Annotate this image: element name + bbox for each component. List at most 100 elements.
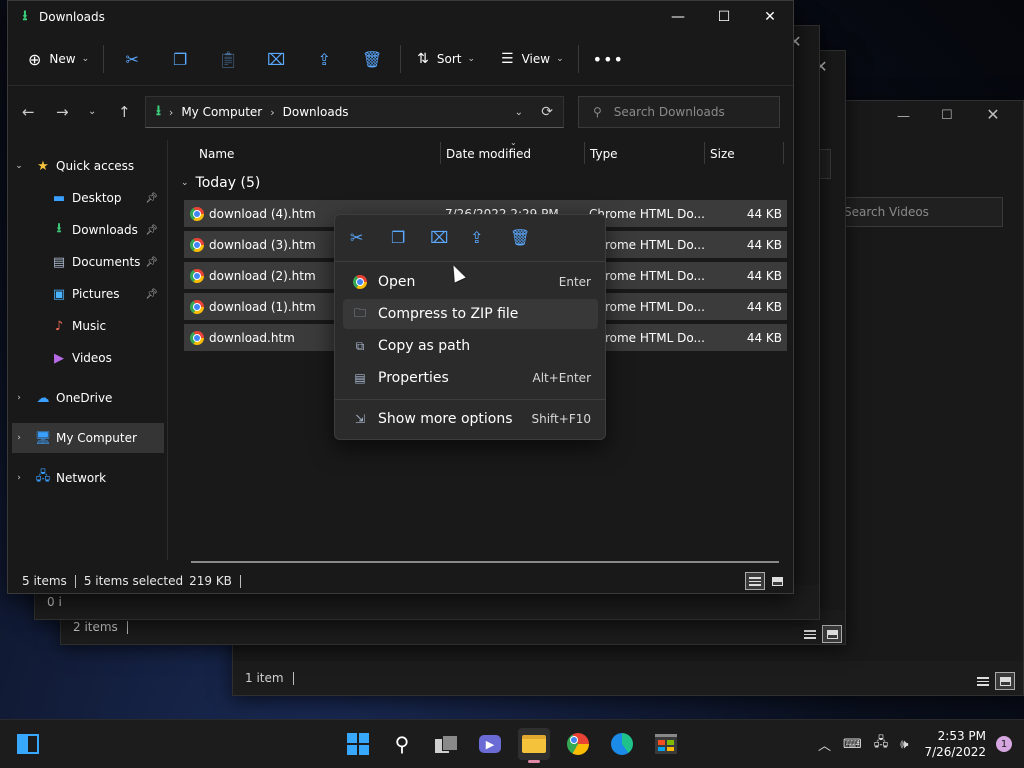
column-divider[interactable] [584, 142, 585, 164]
minimize-button[interactable]: — [655, 1, 701, 33]
sidebar-item-desktop[interactable]: ▬ Desktop 📌︎ [12, 183, 164, 213]
sidebar-item-quick-access[interactable]: ⌄ ★ Quick access [12, 151, 164, 181]
search-box[interactable]: ⚲ [578, 96, 780, 128]
menu-item-show-more-options[interactable]: ⇲ Show more options Shift+F10 [343, 404, 598, 434]
address-dropdown-icon[interactable]: ⌄ [515, 107, 523, 118]
column-divider[interactable] [440, 142, 441, 164]
file-size: 44 KB [746, 330, 782, 345]
sidebar-item-pictures[interactable]: ▣ Pictures 📌︎ [12, 279, 164, 309]
menu-item-open[interactable]: Open Enter [343, 267, 598, 297]
back-button[interactable]: ← [22, 103, 35, 121]
details-view-icon[interactable] [800, 625, 820, 643]
menu-item-copy-as-path[interactable]: ⧉ Copy as path [343, 331, 598, 361]
sidebar-item-network[interactable]: › 🖧︎ Network [12, 463, 164, 493]
view-toggle[interactable] [745, 572, 787, 590]
keyboard-icon[interactable]: ⌨ [843, 737, 862, 752]
close-button[interactable]: ✕ [747, 1, 793, 33]
notification-badge[interactable]: 1 [996, 736, 1012, 752]
details-view-icon[interactable] [745, 572, 765, 590]
refresh-icon[interactable]: ⟳ [541, 104, 553, 120]
clock[interactable]: 2:53 PM 7/26/2022 [924, 728, 986, 760]
title-bar[interactable]: ⭳ Downloads — ☐ ✕ [8, 1, 793, 33]
task-view-button[interactable] [430, 728, 462, 760]
search-button[interactable]: ⚲ [386, 728, 418, 760]
chevron-right-icon[interactable]: › [12, 393, 26, 403]
sidebar-item-my-computer[interactable]: › 🖥︎ My Computer [12, 423, 164, 453]
copy-button[interactable]: ❐ [156, 43, 204, 75]
search-input[interactable] [611, 104, 766, 120]
sidebar-item-onedrive[interactable]: › ☁ OneDrive [12, 383, 164, 413]
up-button[interactable]: ↑ [118, 103, 131, 121]
breadcrumb-my-computer[interactable]: My Computer [181, 105, 262, 119]
rename-icon[interactable]: ⌧ [430, 228, 448, 247]
store-button[interactable] [650, 728, 682, 760]
view-button[interactable]: ☰ View ⌄ [501, 43, 564, 75]
column-header-size[interactable]: Size [710, 140, 780, 168]
sidebar-item-documents[interactable]: ▤ Documents 📌︎ [12, 247, 164, 277]
chevron-right-icon[interactable]: › [12, 473, 26, 483]
paste-button[interactable]: 📋︎ [204, 43, 252, 75]
view-toggle[interactable] [800, 625, 842, 643]
share-icon[interactable]: ⇪ [470, 228, 483, 247]
menu-item-compress-zip[interactable]: 🗀︎ Compress to ZIP file [343, 299, 598, 329]
rename-button[interactable]: ⌧ [252, 43, 300, 75]
details-view-icon[interactable] [973, 672, 993, 690]
chrome-icon [190, 237, 204, 252]
file-explorer-button[interactable] [518, 728, 550, 763]
chevron-down-icon[interactable]: ⌄ [12, 161, 26, 171]
forward-button[interactable]: → [56, 103, 69, 121]
sidebar-item-videos[interactable]: ▶ Videos [12, 343, 164, 373]
cut-button[interactable]: ✂ [108, 43, 156, 75]
sidebar-item-downloads[interactable]: ⭳ Downloads 📌︎ [12, 215, 164, 245]
new-button[interactable]: ⊕ New ⌄ [28, 43, 89, 75]
computer-icon: 🖥︎ [34, 430, 52, 446]
edge-button[interactable] [606, 728, 638, 760]
column-header-date[interactable]: Date modified ⌄ [446, 138, 586, 168]
widgets-button[interactable] [12, 728, 44, 760]
close-icon[interactable]: ✕ [983, 107, 1003, 123]
sidebar-item-music[interactable]: ♪ Music [12, 311, 164, 341]
horizontal-scrollbar[interactable] [191, 561, 779, 563]
volume-icon[interactable]: 🕪︎ [900, 737, 908, 752]
recent-locations-button[interactable]: ⌄ [88, 106, 96, 117]
see-more-button[interactable]: ••• [593, 43, 624, 75]
tiles-view-icon[interactable] [995, 672, 1015, 690]
menu-item-properties[interactable]: ▤ Properties Alt+Enter [343, 363, 598, 393]
breadcrumb-downloads[interactable]: Downloads [283, 105, 349, 119]
menu-item-shortcut: Alt+Enter [532, 371, 591, 385]
tiles-view-icon[interactable] [767, 572, 787, 590]
menu-item-label: Properties [378, 370, 449, 386]
chevron-up-icon[interactable]: ︿ [818, 735, 831, 754]
address-row: ← → ⌄ ↑ ⭳ › My Computer › Downloads ⌄ ⟳ … [8, 86, 793, 140]
delete-button[interactable]: 🗑︎ [348, 43, 396, 75]
tiles-view-icon[interactable] [822, 625, 842, 643]
cut-icon[interactable]: ✂ [350, 228, 363, 247]
column-header-name[interactable]: Name [199, 140, 439, 168]
minimize-icon[interactable]: — [897, 109, 910, 124]
navigation-pane-divider[interactable] [167, 140, 168, 560]
clock-time: 2:53 PM [937, 729, 986, 743]
chrome-icon [190, 299, 204, 314]
copy-icon[interactable]: ❐ [391, 228, 405, 247]
column-header-type[interactable]: Type [590, 140, 700, 168]
chevron-right-icon[interactable]: › [12, 433, 26, 443]
delete-icon[interactable]: 🗑︎ [510, 228, 530, 247]
maximize-icon[interactable]: ☐ [941, 108, 953, 123]
address-bar[interactable]: ⭳ › My Computer › Downloads ⌄ ⟳ [145, 96, 564, 128]
network-icon[interactable]: 🖧︎ [874, 733, 889, 755]
maximize-button[interactable]: ☐ [701, 1, 747, 33]
sort-button[interactable]: ⇅ Sort ⌄ [417, 43, 475, 75]
column-divider[interactable] [704, 142, 705, 164]
properties-icon: ▤ [354, 371, 366, 385]
sidebar-item-label: Pictures [72, 287, 120, 301]
system-tray: ︿ ⌨ 🖧︎ 🕪︎ 2:53 PM 7/26/2022 1 [812, 720, 1024, 768]
chevron-down-icon[interactable]: ⌄ [181, 178, 189, 188]
group-header[interactable]: ⌄ Today (5) [181, 175, 260, 191]
chrome-button[interactable] [562, 728, 594, 760]
column-divider[interactable] [783, 142, 784, 164]
share-button[interactable]: ⇪ [300, 43, 348, 75]
chat-button[interactable]: ▶ [474, 728, 506, 760]
pin-icon: 📌︎ [145, 256, 158, 268]
start-button[interactable] [342, 728, 374, 760]
view-toggle[interactable] [973, 672, 1015, 690]
